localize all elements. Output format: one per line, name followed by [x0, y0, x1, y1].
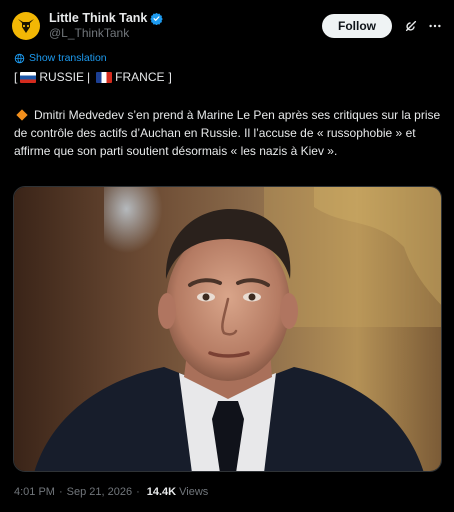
tweet-time[interactable]: 4:01 PM	[14, 486, 55, 498]
tweet-body: Dmitri Medvedev s’en prend à Marine Le P…	[14, 108, 441, 158]
views-count: 14.4K	[146, 486, 177, 498]
author-info: Little Think Tank @L_ThinkTank	[49, 11, 164, 41]
orange-diamond-icon	[16, 109, 28, 121]
russia-flag-icon	[20, 71, 37, 83]
grok-icon[interactable]	[404, 19, 418, 33]
verified-badge-icon	[150, 12, 164, 25]
tag-close-bracket: ]	[168, 70, 172, 84]
handle[interactable]: @L_ThinkTank	[49, 26, 163, 41]
france-flag-icon	[96, 71, 113, 83]
tweet: Little Think Tank @L_ThinkTank Follow Sh…	[0, 0, 454, 512]
show-translation-link[interactable]: Show translation	[14, 52, 107, 64]
tweet-text: Dmitri Medvedev s’en prend à Marine Le P…	[14, 106, 442, 160]
portrait-photo	[14, 187, 441, 471]
more-icon[interactable]	[428, 19, 442, 33]
views-label: Views	[179, 486, 209, 498]
name-row: Little Think Tank	[49, 11, 164, 26]
meta-separator-2: ·	[136, 486, 140, 498]
tweet-photo[interactable]	[13, 186, 442, 472]
avatar[interactable]	[12, 12, 40, 40]
follow-button[interactable]: Follow	[322, 14, 392, 38]
tag-france: FRANCE	[115, 70, 165, 84]
bull-skull-logo-icon	[18, 19, 34, 33]
show-translation-label: Show translation	[29, 52, 107, 64]
country-tags: [ RUSSIE | FRANCE ]	[14, 70, 172, 84]
tag-russie: RUSSIE	[39, 70, 85, 84]
display-name[interactable]: Little Think Tank	[49, 11, 147, 26]
tag-open-bracket: [	[14, 70, 18, 84]
tweet-meta: 4:01 PM · Sep 21, 2026 · 14.4K Views	[14, 486, 208, 498]
meta-separator: ·	[58, 486, 63, 498]
tweet-header: Little Think Tank @L_ThinkTank Follow	[12, 8, 442, 44]
translate-globe-icon	[14, 53, 25, 63]
tag-separator: |	[87, 70, 91, 84]
header-actions: Follow	[322, 14, 442, 38]
tweet-date[interactable]: Sep 21, 2026	[67, 486, 132, 498]
